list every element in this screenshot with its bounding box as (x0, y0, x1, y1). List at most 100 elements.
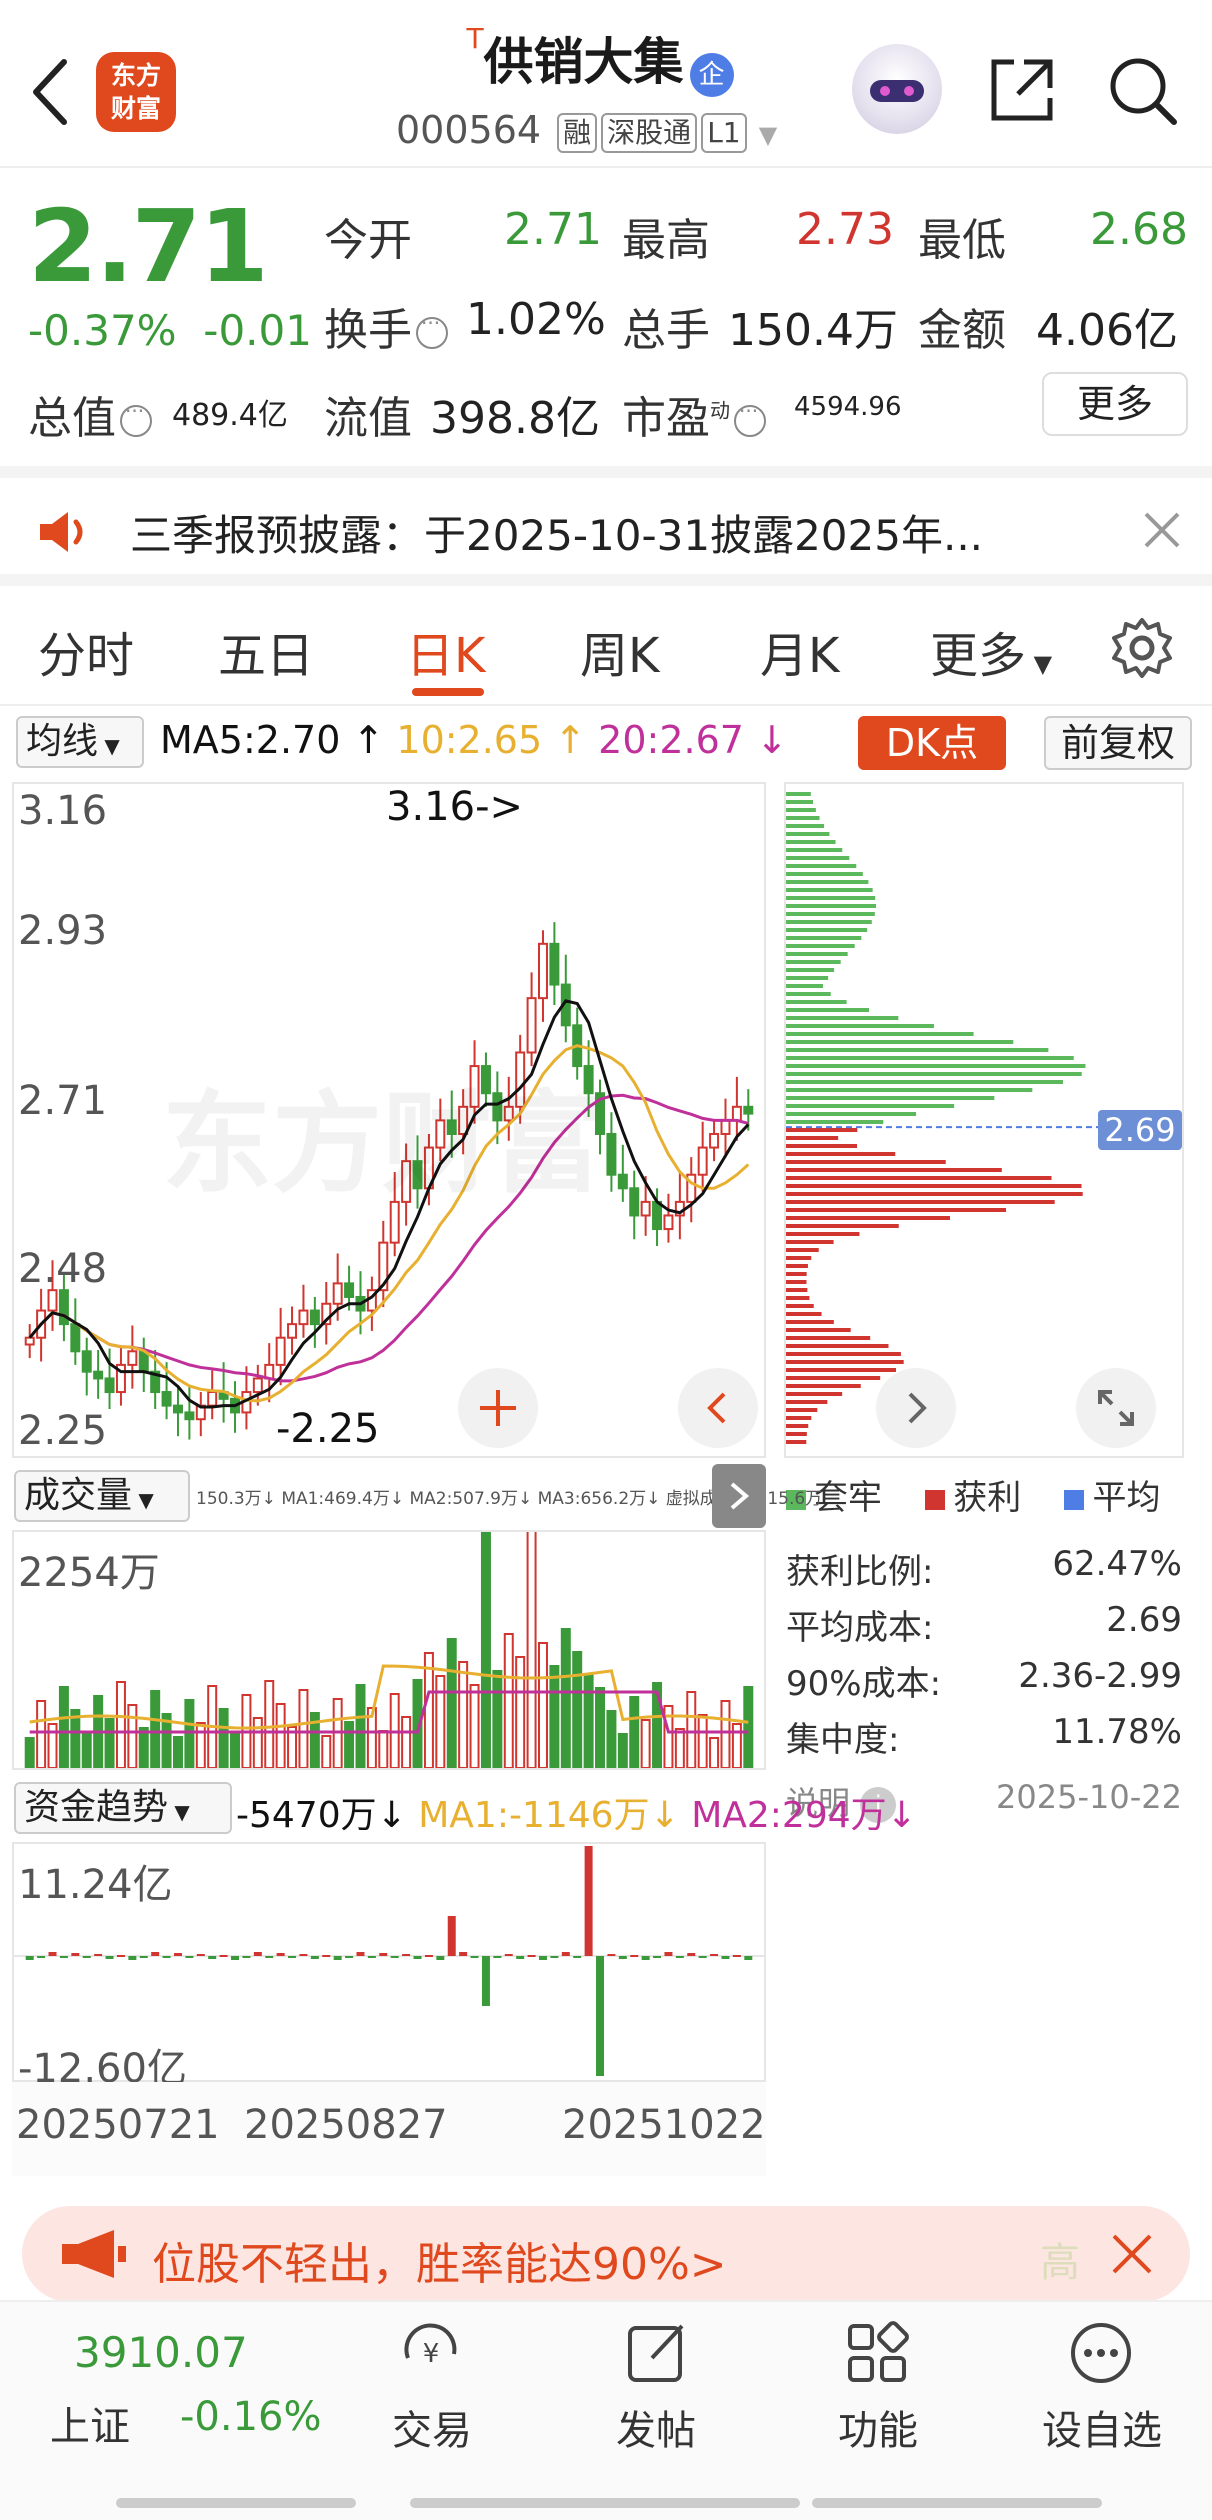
candle-body (298, 1309, 309, 1326)
y-label-3: 2.71 (18, 1078, 108, 1124)
tab-five-day[interactable]: 五日 (218, 616, 314, 686)
index-name[interactable]: 上证 (50, 2394, 130, 2452)
info-icon[interactable] (120, 399, 152, 437)
y-label-bottom: 2.25 (18, 1408, 108, 1454)
back-arrow-icon[interactable] (28, 56, 72, 128)
scroll-left-button[interactable] (678, 1368, 758, 1448)
stock-code: 000564 (396, 108, 542, 152)
assistant-robot-icon[interactable] (852, 44, 942, 134)
caret-down-icon: ▼ (98, 734, 120, 758)
candle-body (161, 1391, 172, 1407)
turnover-label: 换手 (324, 294, 452, 358)
mktcap-value: 489.4亿 (172, 398, 288, 433)
change-abs: -0.01 (203, 306, 312, 355)
tab-daily-k[interactable]: 日K (406, 616, 485, 686)
volume-bar (298, 1689, 309, 1768)
fund-bar (367, 1956, 376, 1958)
stat-concentration: 集中度: 11.78% (786, 1712, 1186, 1761)
volume-bar (423, 1652, 434, 1768)
add-button[interactable] (458, 1368, 538, 1448)
chip-bar (786, 1096, 995, 1100)
nav-functions[interactable]: 功能 (798, 2398, 958, 2456)
volume-bar (560, 1628, 571, 1768)
expand-icon (1098, 1390, 1134, 1426)
more-quote-button[interactable]: 更多 (1042, 372, 1188, 436)
fund-bar (59, 1956, 68, 1958)
candle-body (344, 1282, 355, 1298)
chip-bar (786, 896, 876, 900)
app-logo[interactable]: 东方 财富 (96, 52, 176, 132)
chip-bar (786, 1312, 822, 1316)
candle-body (743, 1105, 754, 1115)
stat-value: 62.47% (1052, 1544, 1182, 1584)
post-icon[interactable] (622, 2318, 692, 2388)
low-value: 2.68 (1090, 204, 1188, 255)
fund-selector[interactable]: 资金趋势 ▼ (14, 1782, 232, 1834)
panel-expand-button[interactable] (712, 1464, 766, 1528)
index-value[interactable]: 3910.07 (74, 2328, 248, 2377)
chip-bar (786, 1344, 889, 1348)
candle-body (207, 1391, 218, 1407)
chip-bar (786, 1064, 1086, 1068)
legend-avg: 平均 (1092, 1478, 1161, 1518)
info-icon[interactable] (416, 311, 448, 349)
close-icon[interactable] (1140, 508, 1184, 552)
stock-name: 供销大集 (483, 33, 684, 91)
nav-add-watchlist[interactable]: 设自选 (1022, 2398, 1182, 2456)
logo-line1: 东方 (110, 61, 161, 90)
nav-trade[interactable]: 交易 (352, 2398, 512, 2456)
fund-bar (641, 1956, 650, 1960)
nav-post[interactable]: 发帖 (576, 2398, 736, 2456)
chip-bar (786, 792, 811, 796)
candle-body (81, 1350, 92, 1373)
ma-selector[interactable]: 均线 ▼ (16, 716, 144, 768)
candle-body (93, 1370, 104, 1380)
trade-icon[interactable]: ¥ (396, 2318, 466, 2388)
y-label-4: 2.48 (18, 1246, 108, 1292)
chip-bar (786, 1288, 808, 1292)
share-icon[interactable] (984, 52, 1060, 128)
volume-bar (378, 1730, 389, 1768)
dk-point-button[interactable]: DK点 (858, 716, 1006, 770)
info-icon[interactable] (734, 399, 766, 437)
chip-bar (786, 1088, 1033, 1092)
search-icon[interactable] (1104, 52, 1180, 128)
chip-bar (786, 1216, 950, 1220)
notice-bar[interactable]: 三季报预披露：于2025-10-31披露2025年... (0, 466, 1212, 586)
fund-bar (94, 1954, 103, 1956)
chip-next-button[interactable] (876, 1368, 956, 1448)
adjust-button[interactable]: 前复权 (1044, 716, 1192, 770)
kline-chart[interactable]: 3.16 2.93 2.71 2.48 2.25 3.16-> -2.25 东方… (12, 782, 766, 1458)
chip-bar (786, 952, 848, 956)
chip-bar (786, 992, 831, 996)
chip-distribution-chart[interactable]: 2.69 (784, 782, 1184, 1458)
fund-bar (550, 1956, 559, 1958)
promo-banner[interactable]: 位股不轻出，胜率能达90%> 高 (22, 2206, 1190, 2302)
fund-bar (607, 1954, 616, 1956)
chip-bar (786, 1424, 809, 1428)
volume-chart[interactable]: 2254万 (12, 1530, 766, 1770)
gear-icon[interactable] (1110, 616, 1174, 680)
volume-selector[interactable]: 成交量 ▼ (14, 1470, 190, 1522)
chip-bar (786, 968, 835, 972)
tab-monthly-k[interactable]: 月K (760, 616, 839, 686)
fund-chart[interactable]: 11.24亿 -12.60亿 (12, 1842, 766, 2092)
chip-bar (786, 1296, 810, 1300)
chip-bar (786, 832, 830, 836)
chip-bar (786, 1256, 812, 1260)
stock-code-row[interactable]: 000564 融深股通 L1 ▼ (396, 108, 777, 153)
functions-icon[interactable] (842, 2318, 912, 2388)
expand-button[interactable] (1076, 1368, 1156, 1448)
volume-bar (720, 1700, 731, 1768)
tab-more[interactable]: 更多 ▼ (930, 616, 1052, 686)
close-icon[interactable] (1110, 2232, 1154, 2276)
tab-weekly-k[interactable]: 周K (580, 616, 659, 686)
tab-intraday[interactable]: 分时 (38, 616, 134, 686)
caret-down-icon: ▼ (758, 121, 778, 149)
chip-bar (786, 1408, 818, 1412)
chip-bar (786, 1152, 896, 1156)
more-circle-icon[interactable] (1066, 2318, 1136, 2388)
volume-bar (218, 1708, 229, 1768)
megaphone-icon (62, 2230, 126, 2278)
chip-legend: 套牢 获利 平均 (786, 1470, 1160, 1519)
